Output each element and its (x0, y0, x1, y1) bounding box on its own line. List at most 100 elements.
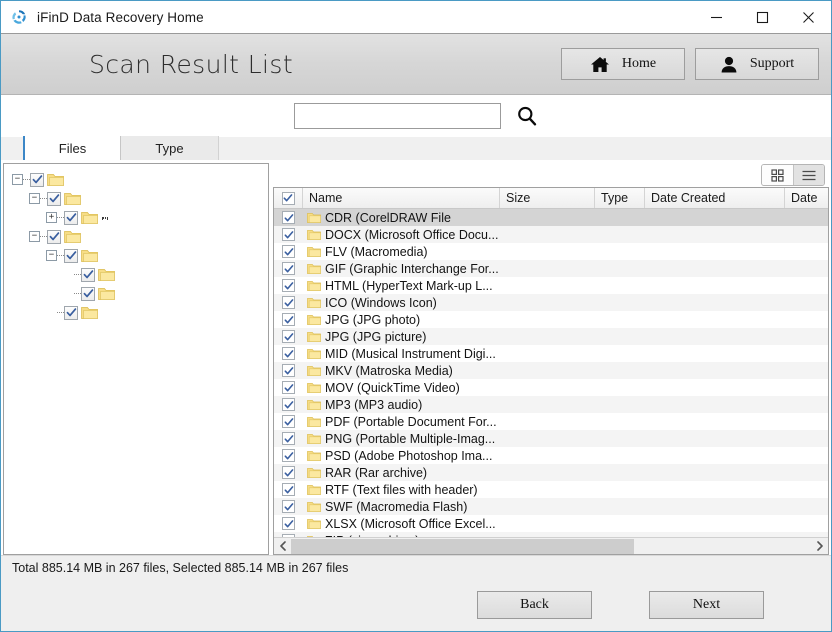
table-row[interactable]: SWF (Macromedia Flash) (274, 498, 828, 515)
scrollbar-track[interactable] (291, 537, 811, 554)
select-all-header[interactable] (274, 188, 303, 208)
table-row[interactable]: MID (Musical Instrument Digi... (274, 345, 828, 362)
row-checkbox-cell[interactable] (274, 517, 303, 530)
scrollbar-thumb[interactable] (291, 538, 635, 554)
tree-checkbox[interactable] (64, 210, 78, 225)
back-button[interactable]: Back (477, 591, 592, 619)
table-row[interactable]: XLSX (Microsoft Office Excel... (274, 515, 828, 532)
row-checkbox[interactable] (282, 364, 295, 377)
table-row[interactable]: PSD (Adobe Photoshop Ima... (274, 447, 828, 464)
tree-checkbox[interactable] (47, 191, 61, 206)
tree-checkbox[interactable] (30, 172, 44, 187)
table-row[interactable]: DOCX (Microsoft Office Docu... (274, 226, 828, 243)
table-row[interactable]: RAR (Rar archive) (274, 464, 828, 481)
row-checkbox[interactable] (282, 313, 295, 326)
row-checkbox-cell[interactable] (274, 262, 303, 275)
row-checkbox[interactable] (282, 483, 295, 496)
file-list-rows[interactable]: CDR (CorelDRAW File DOCX (Microsoft Offic… (274, 209, 828, 537)
tab-type[interactable]: Type (121, 136, 219, 160)
table-row[interactable]: ICO (Windows Icon) (274, 294, 828, 311)
column-header-name[interactable]: Name (303, 188, 500, 208)
search-icon[interactable] (515, 104, 539, 128)
row-checkbox[interactable] (282, 330, 295, 343)
tree-checkbox[interactable] (64, 305, 78, 320)
column-header-date[interactable]: Date (785, 188, 828, 208)
column-header-type[interactable]: Type (595, 188, 645, 208)
row-checkbox[interactable] (282, 262, 295, 275)
tree-node[interactable] (4, 303, 268, 322)
table-row[interactable]: RTF (Text files with header) (274, 481, 828, 498)
row-checkbox-cell[interactable] (274, 330, 303, 343)
tab-files[interactable]: Files (23, 136, 121, 160)
tree-node[interactable]: − (4, 246, 268, 265)
row-checkbox[interactable] (282, 500, 295, 513)
row-checkbox-cell[interactable] (274, 466, 303, 479)
tree-node[interactable] (4, 284, 268, 303)
home-button[interactable]: Home (561, 48, 685, 80)
close-icon[interactable] (785, 1, 831, 33)
table-row[interactable]: JPG (JPG photo) (274, 311, 828, 328)
row-checkbox-cell[interactable] (274, 500, 303, 513)
horizontal-scrollbar[interactable] (274, 537, 828, 554)
table-row[interactable]: HTML (HyperText Mark-up L... (274, 277, 828, 294)
tree-node[interactable] (4, 265, 268, 284)
support-button[interactable]: Support (695, 48, 819, 80)
table-row[interactable]: MKV (Matroska Media) (274, 362, 828, 379)
row-checkbox[interactable] (282, 279, 295, 292)
maximize-icon[interactable] (739, 1, 785, 33)
row-checkbox-cell[interactable] (274, 449, 303, 462)
row-checkbox-cell[interactable] (274, 313, 303, 326)
column-header-size[interactable]: Size (500, 188, 595, 208)
table-row[interactable]: JPG (JPG picture) (274, 328, 828, 345)
tree-toggle-minus-icon[interactable]: − (29, 193, 40, 204)
tree-toggle-minus-icon[interactable]: − (29, 231, 40, 242)
table-row[interactable]: PDF (Portable Document For... (274, 413, 828, 430)
row-checkbox-cell[interactable] (274, 415, 303, 428)
tree-node[interactable]: − (4, 170, 268, 189)
minimize-icon[interactable] (693, 1, 739, 33)
row-checkbox[interactable] (282, 466, 295, 479)
row-checkbox-cell[interactable] (274, 245, 303, 258)
row-checkbox-cell[interactable] (274, 364, 303, 377)
table-row[interactable]: MOV (QuickTime Video) (274, 379, 828, 396)
tree-node[interactable]: − (4, 227, 268, 246)
row-checkbox-cell[interactable] (274, 432, 303, 445)
row-checkbox[interactable] (282, 381, 295, 394)
search-input[interactable] (293, 103, 501, 129)
chevron-right-icon[interactable] (811, 538, 828, 555)
row-checkbox-cell[interactable] (274, 483, 303, 496)
row-checkbox[interactable] (282, 228, 295, 241)
row-checkbox[interactable] (282, 517, 295, 530)
row-checkbox[interactable] (282, 347, 295, 360)
tree-toggle-plus-icon[interactable]: + (46, 212, 57, 223)
next-button[interactable]: Next (649, 591, 764, 619)
row-checkbox-cell[interactable] (274, 228, 303, 241)
table-row[interactable]: FLV (Macromedia) (274, 243, 828, 260)
chevron-left-icon[interactable] (274, 538, 291, 555)
row-checkbox[interactable] (282, 415, 295, 428)
row-checkbox[interactable] (282, 211, 295, 224)
table-row[interactable]: CDR (CorelDRAW File (274, 209, 828, 226)
table-row[interactable]: MP3 (MP3 audio) (274, 396, 828, 413)
row-checkbox[interactable] (282, 296, 295, 309)
row-checkbox[interactable] (282, 245, 295, 258)
tree-checkbox[interactable] (81, 267, 95, 282)
column-header-date-created[interactable]: Date Created (645, 188, 785, 208)
grid-view-icon[interactable] (762, 165, 793, 185)
row-checkbox[interactable] (282, 432, 295, 445)
tree-node[interactable]: + (4, 208, 268, 227)
table-row[interactable]: PNG (Portable Multiple-Imag... (274, 430, 828, 447)
row-checkbox-cell[interactable] (274, 398, 303, 411)
tree-toggle-minus-icon[interactable]: − (12, 174, 23, 185)
row-checkbox[interactable] (282, 449, 295, 462)
row-checkbox[interactable] (282, 398, 295, 411)
select-all-checkbox[interactable] (281, 191, 295, 205)
tree-node[interactable]: − (4, 189, 268, 208)
tree-checkbox[interactable] (81, 286, 95, 301)
row-checkbox-cell[interactable] (274, 296, 303, 309)
row-checkbox-cell[interactable] (274, 347, 303, 360)
tree-checkbox[interactable] (64, 248, 78, 263)
row-checkbox-cell[interactable] (274, 211, 303, 224)
tree-checkbox[interactable] (47, 229, 61, 244)
list-view-icon[interactable] (793, 165, 824, 185)
